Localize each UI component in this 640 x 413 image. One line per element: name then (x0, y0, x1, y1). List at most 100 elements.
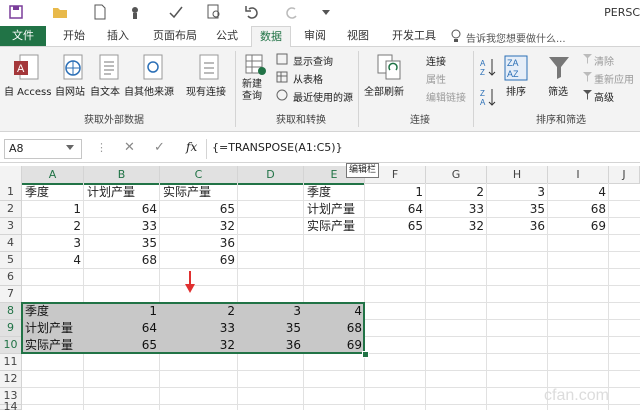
sort-az-icon[interactable]: AZ (480, 57, 496, 77)
cell-e8[interactable]: 4 (304, 303, 365, 320)
cell-i2[interactable]: 68 (548, 201, 609, 218)
select-all-corner[interactable] (0, 166, 22, 184)
from-other-sources-button[interactable]: 自其他来源 (124, 83, 174, 98)
row-header-3[interactable]: 3 (0, 218, 22, 235)
cell-a5[interactable]: 4 (22, 252, 84, 269)
filter-button[interactable]: 筛选 (548, 83, 568, 98)
cell-b4[interactable]: 35 (84, 235, 160, 252)
cancel-icon[interactable]: ✕ (124, 140, 135, 155)
cell-g1[interactable]: 2 (426, 183, 487, 201)
row-header-4[interactable]: 4 (0, 235, 22, 252)
cell-b10[interactable]: 65 (84, 337, 160, 354)
refresh-all-button[interactable]: 全部刷新 (364, 83, 404, 98)
edit-links-button[interactable]: 编辑链接 (426, 89, 466, 104)
cell-b5[interactable]: 68 (84, 252, 160, 269)
new-icon[interactable] (92, 4, 108, 20)
cell-b2[interactable]: 64 (84, 201, 160, 218)
sort-button[interactable]: 排序 (506, 83, 526, 98)
properties-button[interactable]: 属性 (426, 71, 446, 86)
row-header-8[interactable]: 8 (0, 303, 22, 320)
cell-g2[interactable]: 33 (426, 201, 487, 218)
cell-h1[interactable]: 3 (487, 183, 548, 201)
cell-i1[interactable]: 4 (548, 183, 609, 201)
cell-i3[interactable]: 69 (548, 218, 609, 235)
row-header-14[interactable]: 14 (0, 401, 22, 412)
cell-f3[interactable]: 65 (365, 218, 426, 235)
row-header-6[interactable]: 6 (0, 269, 22, 286)
formula-input[interactable]: {=TRANSPOSE(A1:C5)} (212, 139, 343, 157)
cell-c4[interactable]: 36 (160, 235, 238, 252)
tell-me-box[interactable]: 告诉我您想要做什么... (466, 30, 566, 45)
cell-b3[interactable]: 33 (84, 218, 160, 235)
row-header-12[interactable]: 12 (0, 371, 22, 388)
touch-mode-icon[interactable] (128, 4, 144, 20)
open-icon[interactable] (52, 4, 68, 20)
chevron-down-icon[interactable] (66, 145, 74, 151)
spelling-icon[interactable] (168, 4, 184, 20)
cell-d10[interactable]: 36 (238, 337, 304, 354)
tab-file[interactable]: 文件 (0, 26, 46, 46)
customize-qat-icon[interactable] (318, 4, 334, 20)
tab-insert[interactable]: 插入 (98, 26, 138, 46)
sort-za-icon[interactable]: ZA (480, 87, 496, 107)
cell-a9[interactable]: 计划产量 (22, 320, 84, 337)
cell-e2[interactable]: 计划产量 (304, 201, 365, 218)
undo-icon[interactable] (244, 4, 260, 20)
cell-g3[interactable]: 32 (426, 218, 487, 235)
cell-h3[interactable]: 36 (487, 218, 548, 235)
from-text-button[interactable]: 自文本 (90, 83, 120, 98)
column-header-i[interactable]: I (548, 166, 609, 184)
tab-data[interactable]: 数据 (251, 26, 291, 48)
connections-button[interactable]: 连接 (426, 53, 446, 68)
worksheet-grid[interactable]: ABCDEFGHIJ 1 2 3 4 5 6 7 8 9 10 11 12 13 14 季度 计划产量 实际产… (0, 166, 640, 412)
cell-c9[interactable]: 33 (160, 320, 238, 337)
cell-c2[interactable]: 65 (160, 201, 238, 218)
cell-c10[interactable]: 32 (160, 337, 238, 354)
cell-f2[interactable]: 64 (365, 201, 426, 218)
tab-page-layout[interactable]: 页面布局 (144, 26, 206, 46)
existing-connections-button[interactable]: 现有连接 (186, 83, 226, 98)
cell-b8[interactable]: 1 (84, 303, 160, 320)
cell-c3[interactable]: 32 (160, 218, 238, 235)
cell-a10[interactable]: 实际产量 (22, 337, 84, 354)
row-header-10[interactable]: 10 (0, 337, 22, 354)
fill-handle[interactable] (362, 351, 369, 358)
from-web-button[interactable]: 自网站 (55, 83, 85, 98)
row-header-9[interactable]: 9 (0, 320, 22, 337)
cell-a2[interactable]: 1 (22, 201, 84, 218)
from-access-button[interactable]: 自 Access (4, 83, 51, 98)
cell-d8[interactable]: 3 (238, 303, 304, 320)
tab-developer[interactable]: 开发工具 (386, 26, 442, 46)
cell-c1[interactable]: 实际产量 (160, 183, 238, 201)
cell-e1[interactable]: 季度 (304, 183, 365, 201)
row-header-1[interactable]: 1 (0, 183, 22, 201)
cell-f1[interactable]: 1 (365, 183, 426, 201)
tab-home[interactable]: 开始 (54, 26, 94, 46)
tab-formulas[interactable]: 公式 (210, 26, 244, 46)
redo-icon[interactable] (284, 4, 300, 20)
cell-e10[interactable]: 69 (304, 337, 365, 354)
cell-d9[interactable]: 35 (238, 320, 304, 337)
cell-a3[interactable]: 2 (22, 218, 84, 235)
column-header-d[interactable]: D (238, 166, 304, 185)
cell-a8[interactable]: 季度 (22, 303, 84, 320)
row-header-2[interactable]: 2 (0, 201, 22, 218)
cell-a4[interactable]: 3 (22, 235, 84, 252)
row-header-5[interactable]: 5 (0, 252, 22, 269)
advanced-button[interactable]: 高级 (594, 89, 614, 104)
cell-c5[interactable]: 69 (160, 252, 238, 269)
cell-e3[interactable]: 实际产量 (304, 218, 365, 235)
insert-function-icon[interactable]: fx (186, 140, 197, 154)
show-queries-button[interactable]: 显示查询 (293, 53, 333, 68)
new-query-button[interactable]: 新建 查询 (242, 79, 262, 103)
tab-view[interactable]: 视图 (340, 26, 376, 46)
row-header-11[interactable]: 11 (0, 354, 22, 371)
column-header-j[interactable]: J (609, 166, 640, 184)
recent-sources-button[interactable]: 最近使用的源 (293, 89, 353, 104)
enter-check-icon[interactable]: ✓ (154, 140, 165, 155)
clear-button[interactable]: 清除 (594, 53, 614, 68)
cell-c8[interactable]: 2 (160, 303, 238, 320)
column-header-h[interactable]: H (487, 166, 548, 184)
column-header-g[interactable]: G (426, 166, 487, 184)
from-table-button[interactable]: 从表格 (293, 71, 323, 86)
